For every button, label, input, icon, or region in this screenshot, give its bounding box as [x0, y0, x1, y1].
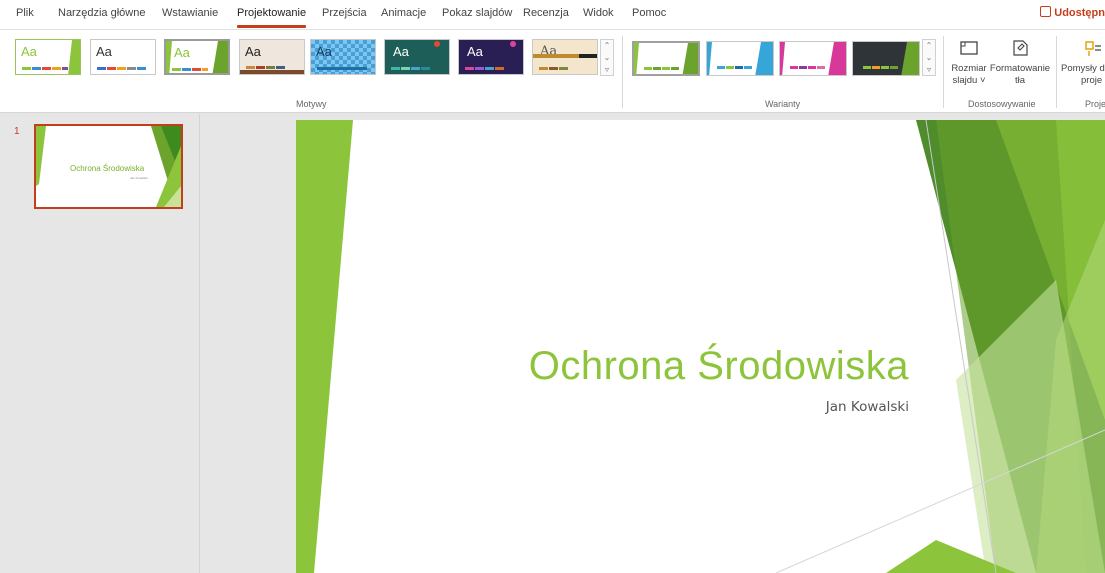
more-icon[interactable]: ▿ [601, 64, 613, 76]
design-ideas-button[interactable]: Pomysły d proje [1061, 38, 1105, 87]
theme-1[interactable]: Aa [15, 39, 81, 75]
thumbnail-title: Ochrona Środowiska [70, 164, 145, 173]
designer-group-label: Projek [1085, 99, 1105, 109]
tab-help[interactable]: Pomoc [632, 7, 666, 19]
slide-size-button[interactable]: Rozmiar slajdu ˅ [948, 38, 990, 87]
format-background-icon [1013, 40, 1028, 56]
themes-group-label: Motywy [296, 99, 327, 109]
variant-4[interactable] [852, 41, 920, 76]
theme-8[interactable]: Aa [532, 39, 598, 75]
theme-4[interactable]: Aa [239, 39, 305, 75]
slide-subtitle[interactable]: Jan Kowalski [826, 399, 909, 415]
theme-5[interactable]: Aa [310, 39, 376, 75]
variant-2[interactable] [706, 41, 774, 76]
design-ideas-icon [1085, 41, 1101, 56]
scroll-up-icon[interactable]: ⌃ [601, 40, 613, 52]
variants-gallery-scroll[interactable]: ⌃ ⌄ ▿ [922, 39, 936, 76]
divider [622, 36, 623, 108]
scroll-down-icon[interactable]: ⌄ [601, 52, 613, 64]
slide-number: 1 [14, 126, 20, 137]
tab-design[interactable]: Projektowanie [237, 7, 307, 28]
more-icon[interactable]: ▿ [923, 64, 935, 76]
tab-home[interactable]: Narzędzia główne [58, 7, 145, 19]
thumbnail-subtitle: Jan Kowalski [130, 176, 148, 180]
share-icon [1040, 6, 1052, 17]
theme-2[interactable]: Aa [90, 39, 156, 75]
slide-size-icon [960, 41, 978, 55]
tab-transitions[interactable]: Przejścia [322, 7, 367, 19]
slide-thumbnail-1[interactable]: Ochrona Środowiska Jan Kowalski [34, 124, 183, 209]
share-button[interactable]: Udostępn [1040, 6, 1105, 19]
divider [1056, 36, 1057, 108]
themes-gallery-scroll[interactable]: ⌃ ⌄ ▿ [600, 39, 614, 76]
variant-3[interactable] [779, 41, 847, 76]
tab-view[interactable]: Widok [583, 7, 614, 19]
ribbon: Aa Aa Aa Aa Aa Aa Aa Aa ⌃ ⌄ ▿ Motywy ⌃ ⌄… [0, 30, 1105, 113]
tab-insert[interactable]: Wstawianie [162, 7, 218, 19]
menu-bar: Plik Narzędzia główne Wstawianie Projekt… [0, 0, 1105, 30]
scroll-up-icon[interactable]: ⌃ [923, 40, 935, 52]
scroll-down-icon[interactable]: ⌄ [923, 52, 935, 64]
tab-animations[interactable]: Animacje [381, 7, 426, 19]
tab-file[interactable]: Plik [16, 7, 34, 19]
format-background-button[interactable]: Formatowanie tła [988, 38, 1052, 87]
tab-review[interactable]: Recenzja [523, 7, 569, 19]
slide-canvas[interactable]: Ochrona Środowiska Jan Kowalski [296, 120, 1105, 573]
slide-title[interactable]: Ochrona Środowiska [529, 344, 909, 389]
divider [943, 36, 944, 108]
customize-group-label: Dostosowywanie [968, 99, 1036, 109]
theme-6[interactable]: Aa [384, 39, 450, 75]
variant-1[interactable] [632, 41, 700, 76]
variants-group-label: Warianty [765, 99, 801, 109]
tab-slideshow[interactable]: Pokaz slajdów [442, 7, 512, 19]
theme-7[interactable]: Aa [458, 39, 524, 75]
left-green-shape [296, 120, 353, 573]
theme-3-current[interactable]: Aa [164, 39, 230, 75]
